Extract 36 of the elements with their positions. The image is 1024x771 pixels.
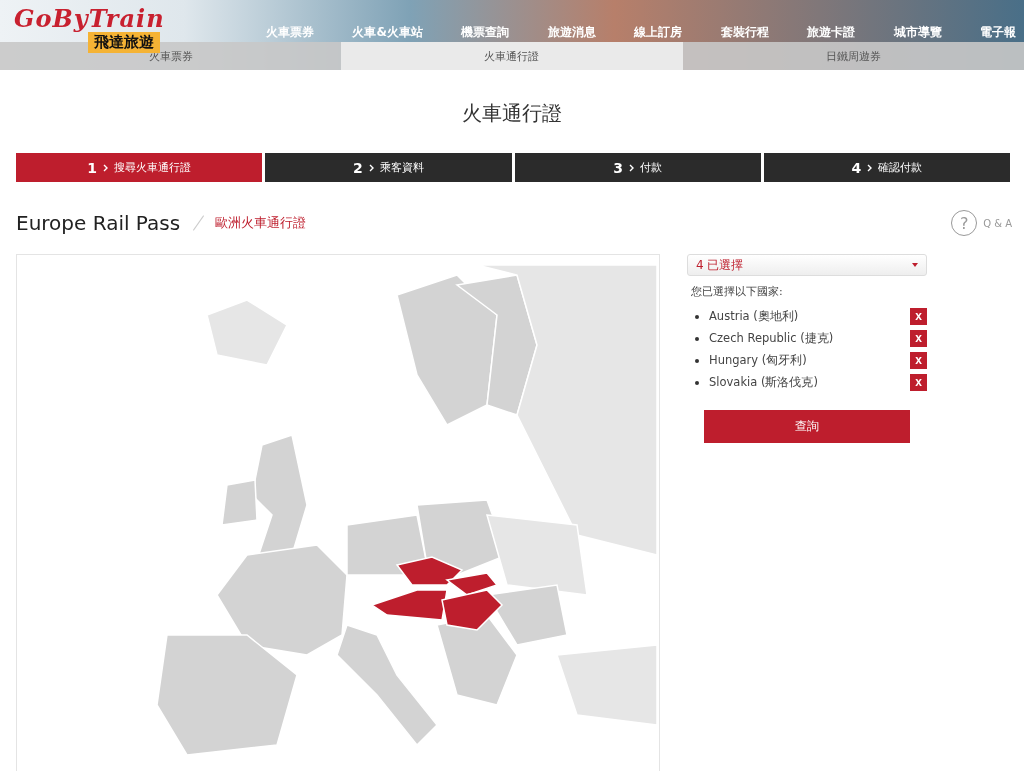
country-name: Slovakia (斯洛伐克)	[709, 375, 818, 390]
bullet-icon	[695, 315, 699, 319]
search-button[interactable]: 查詢	[704, 410, 910, 443]
country-name: Austria (奧地利)	[709, 309, 799, 324]
logo-name: 飛達旅遊	[88, 32, 160, 53]
remove-button[interactable]: x	[910, 308, 927, 325]
caret-icon	[912, 263, 918, 267]
country-dropdown[interactable]: 4 已選擇	[687, 254, 927, 276]
nav-link[interactable]: 線上訂房	[634, 24, 683, 41]
section-subtitle: 歐洲火車通行證	[215, 214, 307, 232]
bullet-icon	[695, 337, 699, 341]
country-name: Czech Republic (捷克)	[709, 331, 834, 346]
selection-intro: 您已選擇以下國家:	[691, 284, 784, 299]
section-title: Europe Rail Pass	[16, 211, 181, 235]
nav-link[interactable]: 旅遊消息	[547, 24, 596, 41]
page-title: 火車通行證	[461, 100, 563, 127]
remove-button[interactable]: x	[910, 374, 927, 391]
nav-link[interactable]: 旅遊卡證	[807, 24, 856, 41]
bullet-icon	[695, 359, 699, 363]
country-name: Hungary (匈牙利)	[709, 353, 807, 368]
chevron-icon	[629, 163, 634, 172]
chevron-icon	[103, 163, 108, 172]
nav-link[interactable]: 火車&火車站	[352, 24, 423, 41]
nav-link[interactable]: 套裝行程	[720, 24, 769, 41]
nav-link[interactable]: 電子報	[979, 24, 1016, 41]
chevron-icon	[867, 163, 873, 172]
nav-link[interactable]: 城市導覽	[893, 24, 942, 41]
bullet-icon	[695, 381, 699, 385]
remove-button[interactable]: x	[910, 352, 927, 369]
logo-wordmark: GoByTrain	[14, 6, 166, 32]
sub-tab[interactable]: 日鐵周遊券	[682, 42, 1024, 70]
remove-button[interactable]: x	[910, 330, 927, 347]
help-label[interactable]: Q & A	[983, 217, 1012, 229]
nav-link[interactable]: 機票查詢	[461, 24, 510, 41]
sub-tab[interactable]: 火車通行證	[341, 42, 683, 70]
chevron-icon	[368, 163, 374, 172]
